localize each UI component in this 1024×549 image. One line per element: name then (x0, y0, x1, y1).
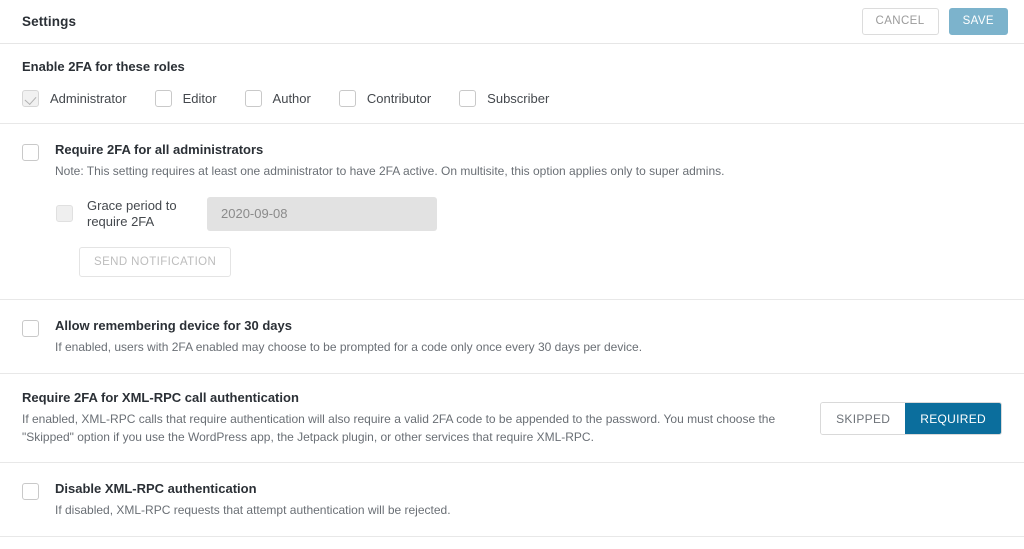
checkbox-require-2fa-admins[interactable] (22, 144, 39, 161)
enable-2fa-roles-section: Enable 2FA for these roles Administrator… (0, 44, 1024, 124)
checkbox-remember-device[interactable] (22, 320, 39, 338)
require-2fa-admins-section: Require 2FA for all administrators Note:… (0, 124, 1024, 301)
remember-device-section: Allow remembering device for 30 days If … (0, 300, 1024, 375)
header-actions: CANCEL SAVE (861, 8, 1008, 35)
remember-device-description: If enabled, users with 2FA enabled may c… (55, 340, 643, 355)
role-item-contributor[interactable]: Contributor (338, 90, 432, 107)
grace-period-block: Grace period to require 2FA SEND NOTIFIC… (22, 196, 1002, 300)
settings-page: Settings CANCEL SAVE Enable 2FA for thes… (0, 0, 1024, 538)
checkbox-disable-xmlrpc[interactable] (22, 483, 39, 501)
role-label-administrator: Administrator (50, 91, 127, 106)
xmlrpc-disable-title: Disable XML-RPC authentication (55, 481, 257, 497)
role-label-subscriber: Subscriber (487, 91, 550, 106)
role-item-subscriber[interactable]: Subscriber (459, 90, 549, 107)
xmlrpc-require-title: Require 2FA for XML-RPC call authenticat… (22, 390, 299, 406)
roles-checkbox-row: Administrator Editor Author Contributor … (22, 90, 1002, 107)
xmlrpc-require-description: If enabled, XML-RPC calls that require a… (22, 412, 776, 445)
xmlrpc-option-required[interactable]: REQUIRED (905, 402, 1001, 434)
xmlrpc-mode-segmented-control: SKIPPED REQUIRED (820, 401, 1002, 435)
next-section-partial (0, 537, 1024, 549)
save-button[interactable]: SAVE (948, 8, 1008, 35)
xmlrpc-disable-row: Disable XML-RPC authentication If disabl… (22, 463, 1002, 536)
remember-device-title: Allow remembering device for 30 days (55, 318, 292, 334)
grace-period-date-input[interactable] (207, 196, 437, 231)
checkbox-administrator (22, 90, 39, 107)
checkbox-grace-period[interactable] (56, 205, 73, 223)
checkbox-contributor[interactable] (338, 90, 356, 107)
role-item-editor[interactable]: Editor (154, 90, 217, 107)
checkbox-editor[interactable] (154, 90, 172, 107)
grace-period-row: Grace period to require 2FA (56, 196, 1002, 231)
grace-period-label: Grace period to require 2FA (87, 198, 177, 229)
cancel-button[interactable]: CANCEL (861, 8, 939, 35)
xmlrpc-require-section: Require 2FA for XML-RPC call authenticat… (0, 374, 1024, 464)
xmlrpc-disable-section: Disable XML-RPC authentication If disabl… (0, 463, 1024, 538)
role-item-administrator[interactable]: Administrator (22, 90, 127, 107)
require-2fa-admins-text: Require 2FA for all administrators Note:… (55, 142, 724, 180)
checkbox-author[interactable] (244, 90, 262, 107)
role-label-author: Author (272, 91, 311, 106)
role-label-editor: Editor (182, 91, 217, 106)
role-item-author[interactable]: Author (244, 90, 311, 107)
xmlrpc-option-skipped[interactable]: SKIPPED (821, 402, 906, 434)
require-2fa-admins-title: Require 2FA for all administrators (55, 142, 264, 157)
send-notification-button[interactable]: SEND NOTIFICATION (79, 246, 232, 278)
require-2fa-admins-description: Note: This setting requires at least one… (55, 163, 725, 178)
require-2fa-admins-row: Require 2FA for all administrators Note:… (22, 124, 1002, 197)
remember-device-text: Allow remembering device for 30 days If … (55, 318, 642, 356)
roles-section-title: Enable 2FA for these roles (22, 59, 185, 74)
page-title: Settings (22, 14, 77, 29)
role-label-contributor: Contributor (366, 91, 432, 106)
checkbox-subscriber[interactable] (459, 90, 477, 107)
xmlrpc-disable-text: Disable XML-RPC authentication If disabl… (55, 481, 451, 519)
page-header: Settings CANCEL SAVE (0, 0, 1024, 44)
xmlrpc-require-text: Require 2FA for XML-RPC call authenticat… (22, 390, 802, 446)
remember-device-row: Allow remembering device for 30 days If … (22, 300, 1002, 373)
